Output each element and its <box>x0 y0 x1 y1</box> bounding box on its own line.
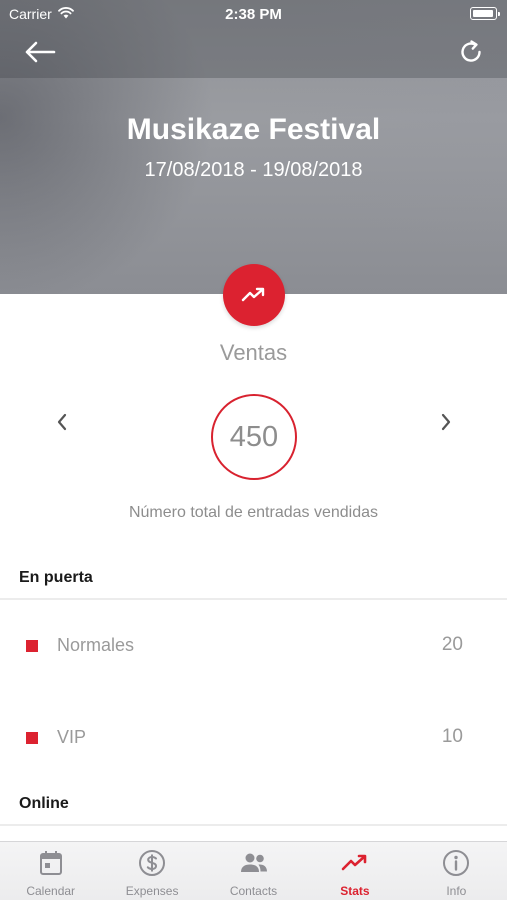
row-label: Normales <box>57 635 135 655</box>
arrow-left-icon <box>25 41 56 63</box>
people-icon <box>239 849 269 877</box>
tab-stats[interactable]: Stats <box>304 842 405 900</box>
list-item: Normales 20 <box>0 631 507 661</box>
info-icon <box>441 849 471 877</box>
row-value: 10 <box>441 726 463 747</box>
previous-stat-button[interactable] <box>50 408 74 436</box>
tab-bar: Calendar Expenses Contacts Stats Info <box>0 841 507 900</box>
status-time: 2:38 PM <box>225 6 282 23</box>
tab-contacts[interactable]: Contacts <box>203 842 304 900</box>
group-header-online: Online <box>19 795 69 812</box>
refresh-icon <box>461 40 481 62</box>
total-sales-ring: 450 <box>211 394 297 480</box>
chevron-left-icon <box>57 413 67 431</box>
battery-icon <box>470 7 500 20</box>
status-bar: Carrier 2:38 PM <box>0 0 507 28</box>
tab-label: Calendar <box>26 884 76 898</box>
tab-expenses[interactable]: Expenses <box>101 842 202 900</box>
tab-calendar[interactable]: Calendar <box>0 842 101 900</box>
refresh-button[interactable] <box>455 36 487 68</box>
list-item: VIP 10 <box>0 723 507 753</box>
group-header-en-puerta: En puerta <box>19 569 93 586</box>
next-stat-button[interactable] <box>434 408 458 436</box>
total-sales-caption: Número total de entradas vendidas <box>128 504 379 521</box>
stats-section-label: Ventas <box>219 340 288 365</box>
event-dates: 17/08/2018 - 19/08/2018 <box>144 159 363 181</box>
total-sales-value: 450 <box>229 420 279 453</box>
stats-badge <box>223 264 285 326</box>
back-button[interactable] <box>22 36 58 68</box>
divider <box>0 598 507 600</box>
dollar-circle-icon <box>137 849 167 877</box>
tab-info[interactable]: Info <box>406 842 507 900</box>
event-title: Musikaze Festival <box>126 113 381 146</box>
divider <box>0 824 507 826</box>
row-value: 20 <box>441 634 463 655</box>
trending-up-icon <box>241 287 265 302</box>
tab-label: Contacts <box>229 884 278 898</box>
trending-up-icon <box>340 849 370 877</box>
calendar-icon <box>36 849 66 877</box>
tab-label: Expenses <box>125 884 179 898</box>
event-header: Carrier 2:38 PM Musikaze Festival 17/08/… <box>0 0 507 294</box>
row-label: VIP <box>57 727 87 747</box>
chevron-right-icon <box>441 413 451 431</box>
tab-label: Stats <box>340 884 370 898</box>
series-marker <box>26 640 38 652</box>
tab-label: Info <box>446 884 467 898</box>
series-marker <box>26 732 38 744</box>
